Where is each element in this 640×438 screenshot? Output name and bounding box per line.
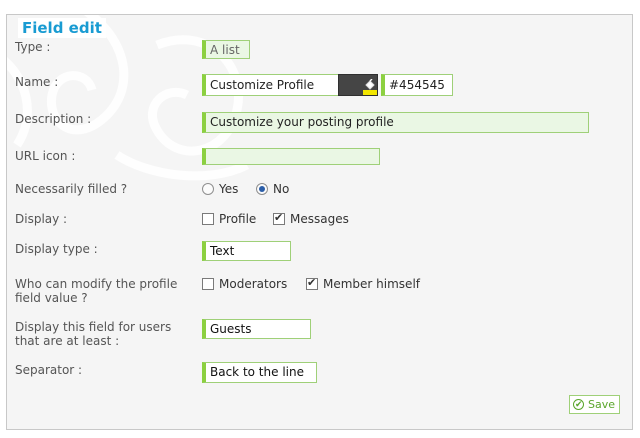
- display-type-label: Display type :: [15, 242, 98, 256]
- color-swatch-bar: [363, 90, 377, 95]
- url-icon-input[interactable]: [202, 148, 380, 165]
- separator-label: Separator :: [15, 363, 83, 377]
- type-label: Type :: [15, 40, 51, 54]
- who-modify-label-line1: Who can modify the profile: [15, 277, 178, 291]
- color-hex-input[interactable]: #454545: [381, 74, 453, 96]
- modify-member-label: Member himself: [323, 277, 420, 291]
- display-messages-label: Messages: [290, 212, 349, 226]
- description-label: Description :: [15, 112, 92, 126]
- display-profile-label: Profile: [219, 212, 257, 226]
- modify-member-checkbox[interactable]: ✔: [306, 276, 318, 290]
- display-type-select[interactable]: Text: [202, 241, 291, 261]
- modify-moderators-checkbox[interactable]: [202, 278, 214, 290]
- required-yes-radio[interactable]: [202, 183, 214, 195]
- display-for-label-line2: that are at least :: [15, 334, 120, 348]
- required-no-label: No: [273, 182, 290, 196]
- description-input[interactable]: Customize your posting profile: [202, 112, 589, 133]
- name-label: Name :: [15, 75, 59, 89]
- panel-legend: Field edit: [18, 18, 106, 38]
- display-profile-checkbox[interactable]: [202, 213, 214, 225]
- required-yes-label: Yes: [219, 182, 239, 196]
- display-for-label-line1: Display this field for users: [15, 320, 172, 334]
- display-for-select[interactable]: Guests: [202, 319, 311, 339]
- separator-select[interactable]: Back to the line: [202, 362, 317, 383]
- save-button-label: Save: [588, 398, 616, 411]
- url-icon-label: URL icon :: [15, 149, 76, 163]
- save-button[interactable]: ✔ Save: [569, 395, 620, 414]
- type-value: A list: [202, 40, 250, 59]
- name-input[interactable]: Customize Profile: [202, 74, 339, 96]
- who-modify-label-line2: field value ?: [15, 291, 88, 305]
- color-picker-button[interactable]: [338, 74, 378, 96]
- check-circle-icon: ✔: [573, 399, 584, 410]
- display-messages-checkbox[interactable]: ✔: [273, 211, 285, 225]
- required-label: Necessarily filled ?: [15, 182, 128, 196]
- modify-moderators-label: Moderators: [219, 277, 288, 291]
- display-label: Display :: [15, 212, 68, 226]
- required-no-radio[interactable]: [256, 183, 268, 195]
